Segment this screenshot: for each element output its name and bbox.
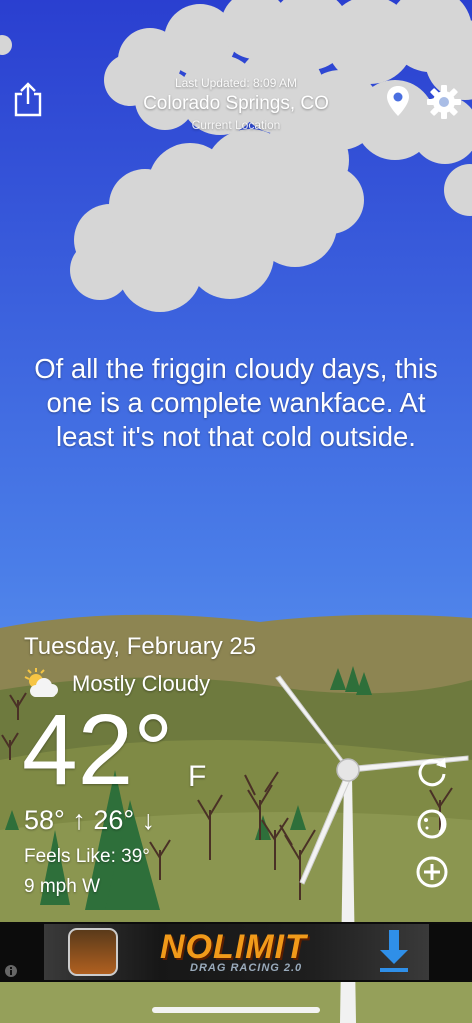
download-icon[interactable] bbox=[376, 928, 412, 974]
gear-icon bbox=[427, 85, 461, 119]
ad-app-thumbnail bbox=[68, 928, 118, 976]
share-button[interactable] bbox=[12, 82, 44, 118]
settings-button[interactable] bbox=[426, 84, 462, 120]
temperature-unit[interactable]: F bbox=[188, 760, 206, 794]
moon-phase-button[interactable] bbox=[414, 806, 450, 842]
moon-icon bbox=[417, 809, 447, 839]
info-icon[interactable] bbox=[4, 964, 18, 978]
current-temperature: 42° bbox=[22, 694, 174, 806]
wind-label: 9 mph W bbox=[24, 876, 101, 897]
ad-subtitle: DRAG RACING 2.0 bbox=[190, 962, 303, 974]
ad-banner[interactable]: NOLIMIT DRAG RACING 2.0 bbox=[0, 922, 472, 982]
ad-creative[interactable]: NOLIMIT DRAG RACING 2.0 bbox=[44, 924, 429, 980]
weather-message: Of all the friggin cloudy days, this one… bbox=[34, 353, 438, 452]
last-updated-label: Last Updated: 8:09 AM bbox=[174, 76, 298, 90]
location-header: Last Updated: 8:09 AM Colorado Springs, … bbox=[120, 76, 352, 132]
city-name[interactable]: Colorado Springs, CO bbox=[120, 93, 352, 115]
add-location-button[interactable] bbox=[414, 854, 450, 890]
weather-scene-background bbox=[0, 0, 472, 1023]
home-indicator[interactable] bbox=[152, 1007, 320, 1013]
share-icon bbox=[14, 82, 42, 117]
high-low-temperature: 58° ↑ 26° ↓ bbox=[24, 805, 156, 835]
forecast-date: Tuesday, February 25 bbox=[24, 633, 257, 660]
add-icon bbox=[416, 856, 448, 888]
refresh-icon bbox=[418, 758, 446, 787]
feels-like-label: Feels Like: 39° bbox=[24, 846, 150, 867]
location-button[interactable] bbox=[384, 84, 412, 118]
current-location-label: Current Location bbox=[191, 118, 281, 132]
location-pin-icon bbox=[387, 86, 409, 116]
refresh-button[interactable] bbox=[414, 754, 450, 790]
